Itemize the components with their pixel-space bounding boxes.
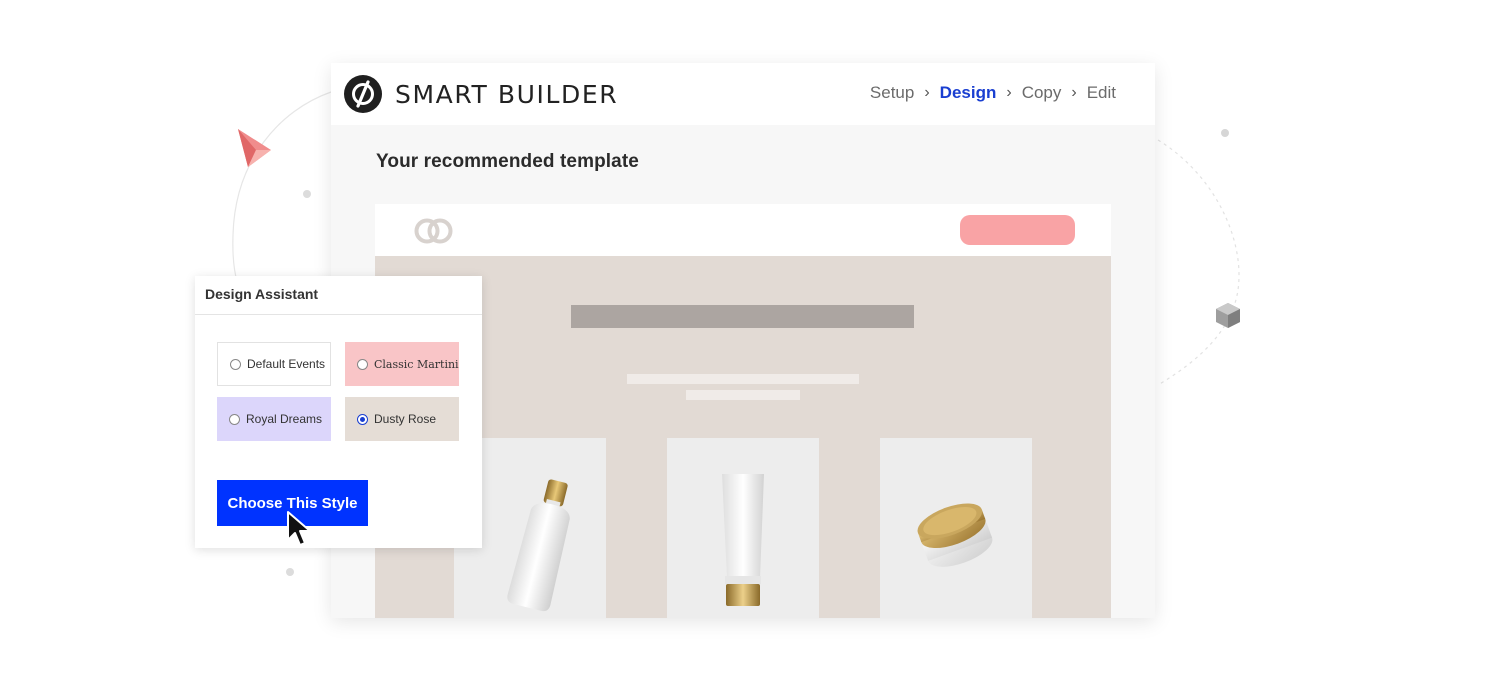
top-bar: SMART BUILDER Setup › Design › Copy › Ed… — [331, 63, 1155, 125]
style-option-royal-dreams[interactable]: Royal Dreams — [217, 397, 331, 441]
radio-icon[interactable] — [357, 358, 368, 370]
option-label: Default Events — [247, 357, 326, 371]
preview-headline-placeholder — [571, 305, 914, 328]
preview-cta-button — [960, 215, 1075, 245]
product-card-tube — [667, 438, 819, 618]
style-option-dusty-rose[interactable]: Dusty Rose — [345, 397, 459, 441]
step-edit[interactable]: Edit — [1087, 83, 1116, 103]
option-label: Classic Martini — [374, 357, 459, 371]
design-assistant-panel: Design Assistant Default Events Classic … — [195, 276, 482, 548]
template-preview[interactable] — [375, 204, 1111, 618]
divider — [195, 314, 482, 315]
logo-icon — [344, 75, 382, 113]
radio-icon[interactable] — [357, 413, 368, 425]
step-copy[interactable]: Copy — [1022, 83, 1062, 103]
jar-image — [917, 503, 993, 567]
product-card-jar — [880, 438, 1032, 618]
preview-text-placeholder — [627, 374, 859, 384]
chevron-right-icon: › — [1071, 84, 1077, 101]
chevron-right-icon: › — [1006, 84, 1012, 101]
brand-name: SMART BUILDER — [395, 80, 619, 109]
grey-gem-decoration — [1216, 303, 1240, 328]
tube-image — [722, 474, 764, 606]
page-title: Your recommended template — [376, 151, 639, 172]
option-label: Dusty Rose — [374, 412, 437, 426]
step-setup[interactable]: Setup — [870, 83, 914, 103]
radio-icon[interactable] — [230, 358, 241, 370]
cursor-arrow-icon — [287, 511, 311, 546]
rings-logo-icon — [414, 218, 453, 244]
pink-prism-decoration — [238, 129, 271, 167]
preview-header — [375, 204, 1111, 256]
radio-icon[interactable] — [229, 413, 240, 425]
chevron-right-icon: › — [924, 84, 930, 101]
style-option-classic-martini[interactable]: Classic Martini — [345, 342, 459, 386]
option-label: Royal Dreams — [246, 412, 323, 426]
assistant-title: Design Assistant — [205, 286, 319, 302]
step-breadcrumb: Setup › Design › Copy › Edit — [870, 83, 1116, 103]
step-design[interactable]: Design — [940, 83, 997, 103]
preview-text-placeholder — [686, 390, 800, 400]
style-option-default-events[interactable]: Default Events — [217, 342, 331, 386]
